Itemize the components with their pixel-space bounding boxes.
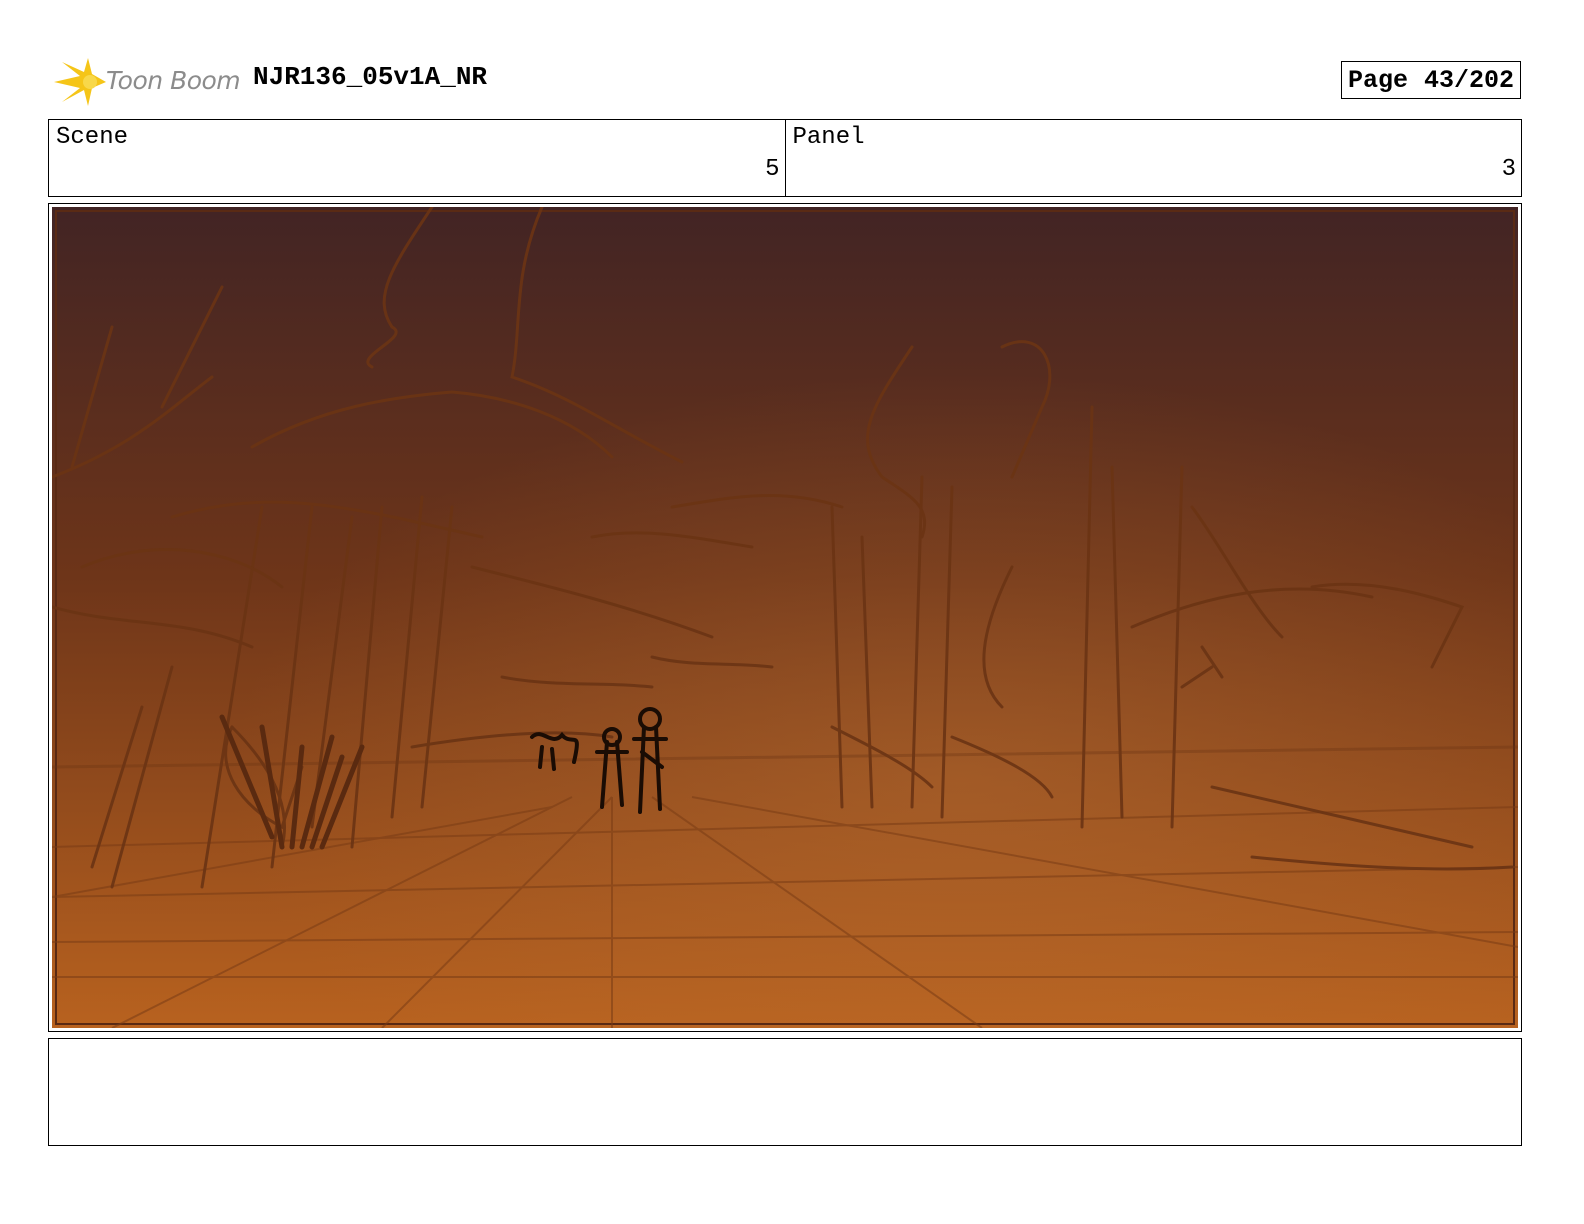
project-title: NJR136_05v1A_NR (253, 62, 488, 92)
starburst-icon (54, 58, 106, 106)
panel-label: Panel (792, 124, 865, 151)
scene-value: 5 (765, 156, 780, 183)
scene-cell: Scene 5 (49, 120, 785, 196)
page-number: 43/202 (1423, 65, 1514, 95)
page-indicator: Page 43/202 (1341, 61, 1521, 99)
notes-box (48, 1038, 1522, 1146)
panel-cell: Panel 3 (784, 120, 1522, 196)
scene-label: Scene (56, 124, 129, 151)
storyboard-sketch (52, 207, 1518, 1028)
page-label: Page (1348, 65, 1409, 95)
scene-panel-row: Scene 5 Panel 3 (48, 119, 1522, 197)
panel-value: 3 (1501, 156, 1516, 183)
toon-boom-logo: Toon Boom (50, 56, 241, 108)
storyboard-frame (48, 203, 1522, 1032)
logo-text: Toon Boom (106, 66, 241, 95)
